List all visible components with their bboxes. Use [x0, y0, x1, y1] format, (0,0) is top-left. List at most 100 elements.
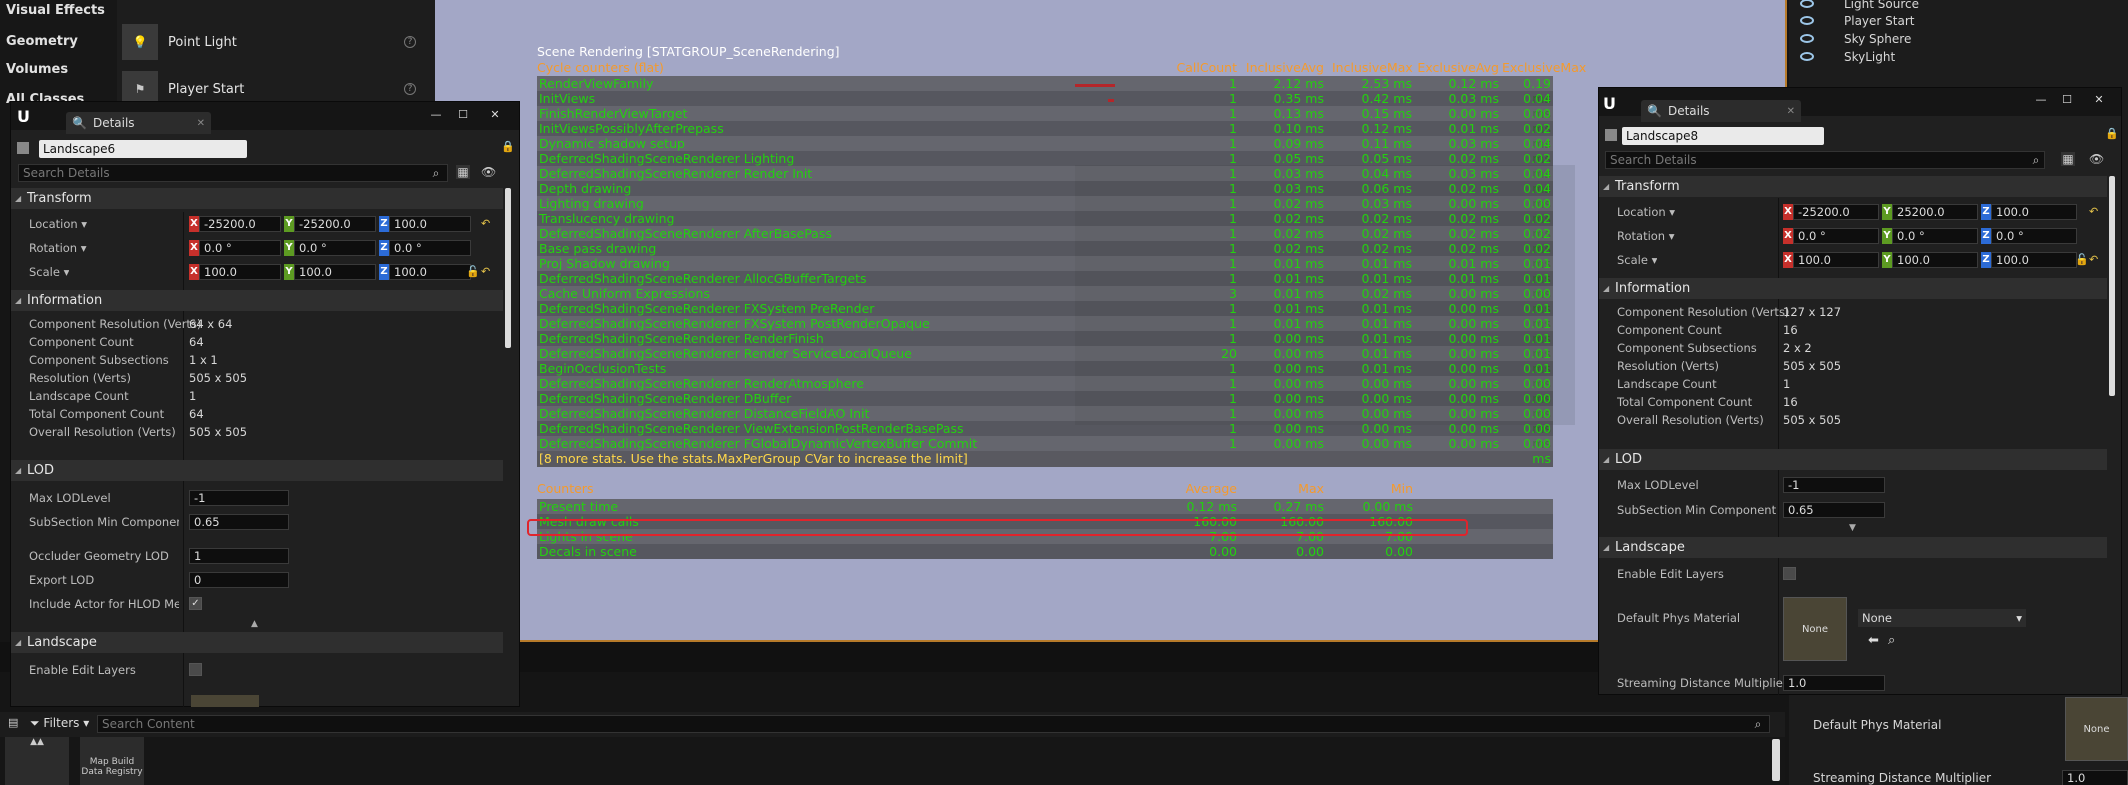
- section-transform[interactable]: Transform: [11, 188, 503, 209]
- view-options-icon[interactable]: ▦: [456, 165, 470, 179]
- phys-material-dropdown[interactable]: None ▾: [1858, 609, 2026, 627]
- visibility-eye-icon[interactable]: [1800, 16, 1814, 25]
- section-information[interactable]: Information: [1599, 278, 2107, 299]
- close-button[interactable]: ✕: [2089, 93, 2109, 107]
- close-button[interactable]: ✕: [485, 108, 505, 122]
- stat-exclusive-avg: 0.02 ms: [1448, 151, 1500, 166]
- subsection-min-slider[interactable]: 0.65: [1783, 502, 1885, 518]
- streaming-distance-field[interactable]: 1.0: [1783, 675, 1885, 691]
- section-landscape[interactable]: Landscape: [1599, 537, 2107, 558]
- stat-name: Dynamic shadow setup: [539, 136, 685, 151]
- placement-item-point-light[interactable]: 💡 Point Light ?: [122, 22, 432, 62]
- rotation-y-field[interactable]: 0.0 °: [1892, 228, 1978, 244]
- enable-edit-layers-checkbox[interactable]: [1783, 567, 1796, 580]
- filters-button[interactable]: ⏷ Filters ▾: [30, 716, 89, 731]
- scale-y-field[interactable]: 100.0: [294, 264, 376, 280]
- details-scrollbar[interactable]: [505, 188, 511, 348]
- asset-thumb-selected[interactable]: ▲▲: [5, 737, 69, 785]
- rotation-y-field[interactable]: 0.0 °: [294, 240, 376, 256]
- lock-icon[interactable]: 🔒: [501, 140, 515, 153]
- collapse-arrow-icon[interactable]: ▲: [251, 619, 258, 629]
- asset-map-build-data[interactable]: Map Build Data Registry: [80, 737, 144, 785]
- max-lodlevel-field[interactable]: -1: [1783, 477, 1885, 493]
- scale-lock-icon[interactable]: 🔓: [2075, 248, 2089, 272]
- location-z-field[interactable]: 100.0: [389, 216, 471, 232]
- scale-y-field[interactable]: 100.0: [1892, 252, 1978, 268]
- search-content-input[interactable]: Search Content: [97, 715, 1770, 733]
- location-label[interactable]: Location ▾: [29, 212, 87, 236]
- reset-to-default-icon[interactable]: ↶: [2089, 248, 2098, 272]
- category-visual-effects[interactable]: Visual Effects: [6, 3, 105, 18]
- location-label[interactable]: Location ▾: [1617, 200, 1675, 224]
- reset-to-default-icon[interactable]: ↶: [481, 260, 490, 284]
- rotation-label[interactable]: Rotation ▾: [29, 236, 87, 260]
- eye-dropdown-icon[interactable]: 👁: [481, 165, 496, 179]
- scale-label[interactable]: Scale ▾: [29, 260, 69, 284]
- minimize-button[interactable]: —: [426, 108, 446, 122]
- location-y-field[interactable]: 25200.0: [1892, 204, 1978, 220]
- content-scrollbar[interactable]: [1772, 739, 1780, 781]
- max-lodlevel-field[interactable]: -1: [189, 490, 289, 506]
- maximize-button[interactable]: ☐: [453, 108, 473, 122]
- actor-name-field[interactable]: Landscape8: [1622, 127, 1824, 145]
- location-x-field[interactable]: -25200.0: [199, 216, 281, 232]
- close-tab-icon[interactable]: ✕: [1787, 106, 1795, 117]
- search-details-input[interactable]: Search Details: [18, 164, 448, 182]
- enable-edit-layers-checkbox[interactable]: [189, 663, 202, 676]
- phys-material-thumb[interactable]: None: [1783, 597, 1847, 661]
- section-lod[interactable]: LOD: [11, 460, 503, 481]
- section-lod[interactable]: LOD: [1599, 449, 2107, 470]
- scale-z-field[interactable]: 100.0: [389, 264, 471, 280]
- rotation-x-field[interactable]: 0.0 °: [1793, 228, 1879, 244]
- bg-phys-material-thumb[interactable]: None: [2065, 697, 2128, 761]
- expand-arrow-icon[interactable]: ▼: [1849, 523, 1856, 533]
- scale-label[interactable]: Scale ▾: [1617, 248, 1657, 272]
- rotation-x-field[interactable]: 0.0 °: [199, 240, 281, 256]
- tab-details[interactable]: 🔍 Details ✕: [66, 112, 211, 134]
- subsection-min-slider[interactable]: 0.65: [189, 514, 289, 530]
- visibility-eye-icon[interactable]: [1800, 52, 1814, 61]
- outliner-row-sky-sphere[interactable]: Sky Sphere: [1800, 30, 1911, 47]
- scale-x-field[interactable]: 100.0: [1793, 252, 1879, 268]
- category-volumes[interactable]: Volumes: [6, 62, 68, 77]
- reset-to-default-icon[interactable]: ↶: [2089, 200, 2098, 224]
- rotation-z-field[interactable]: 0.0 °: [389, 240, 471, 256]
- maximize-button[interactable]: ☐: [2057, 93, 2077, 107]
- bg-streaming-field[interactable]: 1.0: [2062, 770, 2128, 785]
- rotation-z-field[interactable]: 0.0 °: [1991, 228, 2077, 244]
- section-landscape[interactable]: Landscape: [11, 632, 503, 653]
- location-x-field[interactable]: -25200.0: [1793, 204, 1879, 220]
- location-z-field[interactable]: 100.0: [1991, 204, 2077, 220]
- scale-lock-icon[interactable]: 🔓: [466, 260, 480, 284]
- outliner-row-light-source[interactable]: Light Source: [1800, 0, 1919, 12]
- browse-search-icon[interactable]: ⌕: [1888, 633, 1895, 648]
- help-icon[interactable]: ?: [404, 36, 416, 48]
- minimize-button[interactable]: —: [2031, 93, 2051, 107]
- tab-details[interactable]: 🔍 Details ✕: [1641, 100, 1801, 122]
- occluder-lod-field[interactable]: 1: [189, 548, 289, 564]
- stat-exclusive-avg: 0.00 ms: [1448, 286, 1500, 301]
- export-lod-field[interactable]: 0: [189, 572, 289, 588]
- use-selected-arrow-icon[interactable]: ⬅: [1868, 633, 1879, 648]
- search-details-input[interactable]: Search Details: [1605, 151, 2045, 169]
- actor-name-field[interactable]: Landscape6: [39, 140, 247, 158]
- outliner-row-skylight[interactable]: SkyLight: [1800, 48, 1895, 65]
- include-hlod-checkbox[interactable]: ✓: [189, 597, 202, 610]
- rotation-label[interactable]: Rotation ▾: [1617, 224, 1675, 248]
- visibility-eye-icon[interactable]: [1800, 34, 1814, 43]
- location-y-field[interactable]: -25200.0: [294, 216, 376, 232]
- help-icon[interactable]: ?: [404, 83, 416, 95]
- reset-to-default-icon[interactable]: ↶: [481, 212, 490, 236]
- view-options-icon[interactable]: ▦: [2061, 152, 2075, 166]
- scale-z-field[interactable]: 100.0: [1991, 252, 2077, 268]
- lock-icon[interactable]: 🔒: [2105, 127, 2119, 140]
- section-information[interactable]: Information: [11, 290, 503, 311]
- eye-dropdown-icon[interactable]: 👁: [2089, 152, 2104, 166]
- category-geometry[interactable]: Geometry: [6, 34, 78, 49]
- outliner-row-player-start[interactable]: Player Start: [1800, 12, 1914, 29]
- visibility-eye-icon[interactable]: [1800, 0, 1814, 8]
- section-transform[interactable]: Transform: [1599, 176, 2107, 197]
- scale-x-field[interactable]: 100.0: [199, 264, 281, 280]
- close-tab-icon[interactable]: ✕: [197, 118, 205, 129]
- details-scrollbar[interactable]: [2109, 176, 2115, 396]
